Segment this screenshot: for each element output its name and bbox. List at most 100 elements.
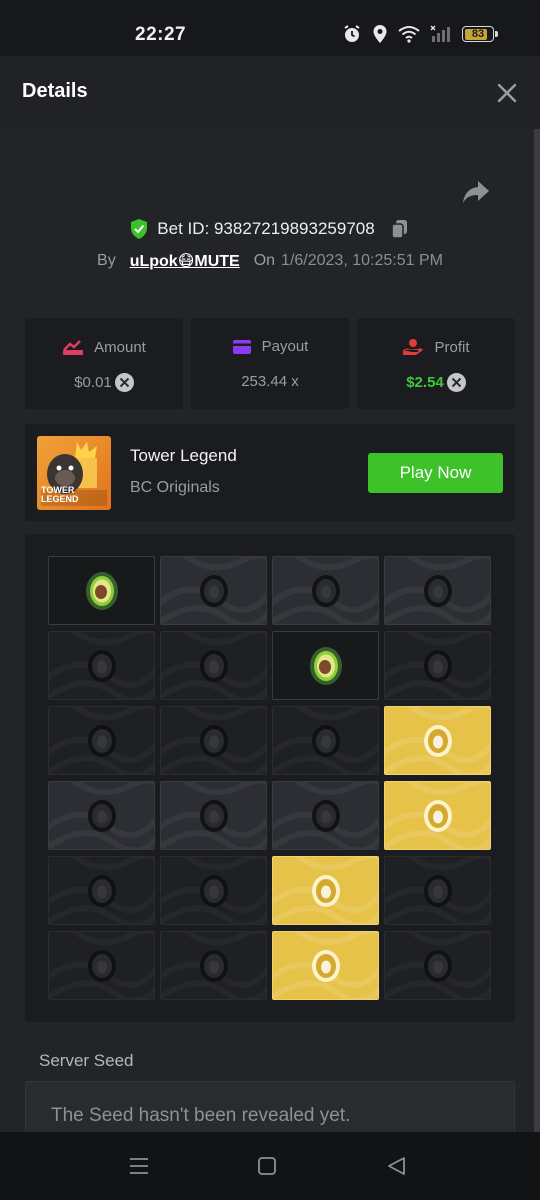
board-tile [160, 856, 267, 925]
egg-icon [87, 874, 116, 907]
bet-id: Bet ID: 93827219893259708 [157, 219, 375, 238]
payout-card-icon [232, 339, 251, 354]
egg-icon [423, 799, 452, 832]
board-tile-gold [384, 781, 491, 850]
close-button[interactable] [496, 82, 518, 104]
egg-icon [311, 949, 340, 982]
username-link[interactable]: uLpok😷MUTE [130, 251, 240, 271]
game-board [25, 534, 515, 1022]
board-tile [160, 631, 267, 700]
egg-icon [311, 574, 340, 607]
tower-legend-thumbnail[interactable]: TOWER LEGEND [37, 436, 111, 510]
board-tile [48, 856, 155, 925]
bet-author-row: By uLpok😷MUTE On 1/6/2023, 10:25:51 PM [0, 250, 540, 272]
avocado-icon [85, 571, 118, 610]
egg-icon [311, 724, 340, 757]
server-seed-box: The Seed hasn't been revealed yet. [25, 1081, 515, 1132]
share-arrow-icon [463, 181, 489, 203]
egg-icon [423, 724, 452, 757]
amount-label: Amount [94, 338, 146, 356]
amount-icon [63, 340, 84, 355]
egg-icon [199, 799, 228, 832]
egg-icon [87, 724, 116, 757]
egg-icon [87, 649, 116, 682]
egg-icon [199, 949, 228, 982]
egg-icon [423, 649, 452, 682]
currency-coin-icon [446, 373, 466, 392]
close-icon [497, 83, 517, 103]
server-seed-value: The Seed hasn't been revealed yet. [51, 1105, 351, 1126]
profit-hand-icon [403, 339, 424, 355]
game-name: Tower Legend [130, 446, 237, 465]
recent-apps-button[interactable] [127, 1154, 151, 1178]
home-square-icon [258, 1157, 276, 1175]
board-tile-avocado [48, 556, 155, 625]
details-scroll-area[interactable]: Bet ID: 93827219893259708 By uLpok😷MUTE … [0, 129, 540, 1132]
status-icons: 83 [342, 24, 498, 44]
by-label: By [97, 252, 116, 269]
egg-icon [423, 874, 452, 907]
on-label: On [253, 252, 276, 269]
profit-card: Profit $2.54 [357, 318, 515, 409]
wifi-icon [398, 26, 420, 43]
egg-icon [87, 799, 116, 832]
egg-icon [311, 799, 340, 832]
back-button[interactable] [385, 1154, 409, 1178]
payout-value: 253.44 x [241, 373, 299, 390]
avocado-icon [309, 646, 342, 685]
game-card: TOWER LEGEND Tower Legend BC Originals P… [25, 424, 515, 521]
currency-coin-icon [114, 373, 134, 392]
alarm-icon [344, 25, 360, 42]
board-tile [384, 931, 491, 1000]
board-tile [384, 556, 491, 625]
egg-icon [423, 574, 452, 607]
menu-lines-icon [130, 1158, 148, 1174]
battery-percent: 83 [471, 28, 485, 40]
location-icon [373, 25, 387, 43]
board-tile-avocado [272, 631, 379, 700]
amount-card: Amount $0.01 [25, 318, 183, 409]
board-tile [272, 781, 379, 850]
board-tile [48, 706, 155, 775]
status-bar: 22:27 83 [0, 0, 540, 56]
home-button[interactable] [255, 1154, 279, 1178]
scrollbar[interactable] [534, 129, 540, 1132]
server-seed-label: Server Seed [39, 1051, 134, 1070]
page-title: Details [22, 80, 88, 102]
profit-label: Profit [434, 338, 470, 356]
scrollbar-thumb[interactable] [534, 129, 540, 1132]
board-tile [272, 556, 379, 625]
board-tile [272, 706, 379, 775]
bet-date: 1/6/2023, 10:25:51 PM [281, 252, 443, 269]
verified-shield-icon [131, 219, 148, 239]
game-provider: BC Originals [130, 479, 220, 496]
egg-icon [199, 874, 228, 907]
board-tile [384, 631, 491, 700]
egg-icon [423, 949, 452, 982]
board-tile [48, 781, 155, 850]
payout-card: Payout 253.44 x [191, 318, 349, 409]
egg-icon [87, 949, 116, 982]
board-tile-gold [272, 856, 379, 925]
board-tile [48, 631, 155, 700]
egg-icon [199, 724, 228, 757]
share-button[interactable] [462, 179, 490, 205]
battery-icon: 83 [462, 26, 498, 42]
board-tile-gold [272, 931, 379, 1000]
system-nav-bar [0, 1132, 540, 1200]
board-tile [160, 706, 267, 775]
egg-icon [199, 649, 228, 682]
board-tile-gold [384, 706, 491, 775]
board-tile [384, 856, 491, 925]
copy-icon[interactable] [389, 218, 411, 240]
amount-value: $0.01 [74, 374, 112, 391]
board-tile [160, 556, 267, 625]
profit-value: $2.54 [406, 374, 444, 391]
egg-icon [311, 874, 340, 907]
board-tile [160, 931, 267, 1000]
play-now-button[interactable]: Play Now [368, 453, 503, 493]
signal-icon [430, 25, 450, 42]
board-tile [160, 781, 267, 850]
payout-label: Payout [261, 338, 309, 355]
thumbnail-caption: TOWER LEGEND [41, 485, 79, 504]
